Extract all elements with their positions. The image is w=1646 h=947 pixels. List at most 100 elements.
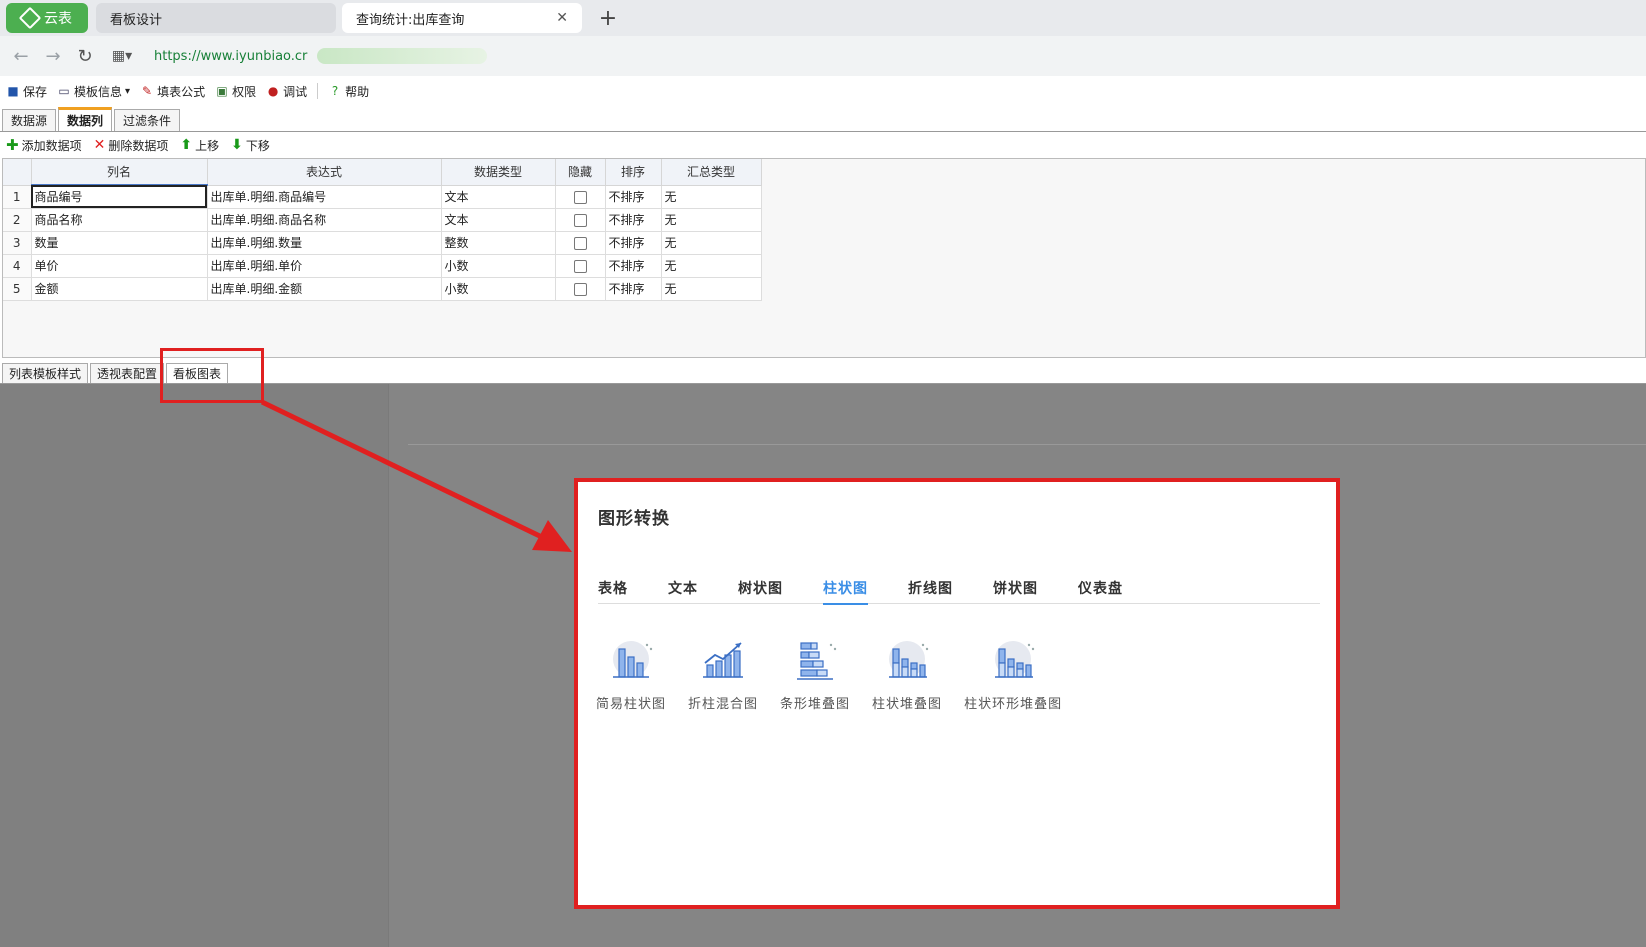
cell-datatype[interactable]: 小数 (441, 254, 556, 278)
column-header-aggregate[interactable]: 汇总类型 (661, 159, 762, 186)
debug-button[interactable]: ● 调试 (266, 83, 307, 100)
browser-tab-board-design[interactable]: 看板设计 (96, 3, 336, 33)
cell-name[interactable]: 商品名称 (31, 208, 208, 232)
tab-gauge[interactable]: 仪表盘 (1078, 572, 1123, 604)
template-info-icon: ▭ (58, 84, 70, 98)
cell-name[interactable]: 数量 (31, 231, 208, 255)
move-up-label: 上移 (195, 138, 220, 153)
cell-expression[interactable]: 出库单.明细.商品编号 (207, 185, 442, 209)
hidden-checkbox[interactable] (573, 236, 587, 250)
url-field[interactable]: https://www.iyunbiao.cr (154, 49, 307, 64)
help-button[interactable]: ? 帮助 (328, 83, 369, 100)
tab-bar[interactable]: 柱状图 (823, 572, 868, 605)
toolbar-divider (317, 83, 319, 99)
delete-item-button[interactable]: ✕ 删除数据项 (94, 137, 169, 154)
chart-option-simple-bar[interactable]: 简易柱状图 (596, 637, 666, 712)
cell-expression[interactable]: 出库单.明细.数量 (207, 231, 442, 255)
back-icon[interactable]: ← (8, 43, 34, 69)
cell-datatype[interactable]: 文本 (441, 208, 556, 232)
new-tab-button[interactable]: + (596, 6, 620, 31)
cell-aggregate[interactable]: 无 (661, 254, 762, 278)
chart-option-line-bar-mix[interactable]: 折柱混合图 (688, 637, 758, 712)
formula-button[interactable]: ✎ 填表公式 (140, 83, 205, 100)
hidden-checkbox[interactable] (573, 259, 587, 273)
cell-aggregate[interactable]: 无 (661, 185, 762, 209)
chart-option-label: 柱状环形堆叠图 (964, 697, 1063, 712)
column-header-hidden[interactable]: 隐藏 (555, 159, 606, 186)
hidden-checkbox[interactable] (573, 282, 587, 296)
column-header-name[interactable]: 列名 (31, 159, 208, 186)
cell-aggregate[interactable]: 无 (661, 231, 762, 255)
tab-list-template-style[interactable]: 列表模板样式 (2, 363, 89, 383)
simple-bar-chart-icon (613, 641, 653, 678)
debug-label: 调试 (283, 84, 308, 99)
cell-sort[interactable]: 不排序 (605, 208, 662, 232)
cell-sort[interactable]: 不排序 (605, 185, 662, 209)
save-label: 保存 (23, 84, 48, 99)
columns-table: 列名 表达式 数据类型 隐藏 排序 汇总类型 1 商品编号 出库单.明细.商品编… (3, 159, 762, 301)
cell-sort[interactable]: 不排序 (605, 231, 662, 255)
close-icon[interactable]: ✕ (556, 10, 568, 26)
cell-expression[interactable]: 出库单.明细.商品名称 (207, 208, 442, 232)
apps-menu-icon[interactable]: ▦▾ (104, 43, 140, 69)
chart-option-ring-stacked-bar[interactable]: 柱状环形堆叠图 (964, 637, 1062, 712)
cell-datatype[interactable]: 文本 (441, 185, 556, 209)
tab-datasource[interactable]: 数据源 (2, 109, 57, 131)
table-row: 4 单价 出库单.明细.单价 小数 不排序 无 (3, 254, 762, 278)
tab-filter[interactable]: 过滤条件 (114, 109, 181, 131)
permission-button[interactable]: ▣ 权限 (215, 83, 256, 100)
cell-sort[interactable]: 不排序 (605, 277, 662, 301)
app-tab[interactable]: 云表 (6, 3, 88, 33)
chart-option-label: 折柱混合图 (688, 697, 759, 712)
upper-tabs: 数据源 数据列 过滤条件 (0, 107, 1646, 132)
column-header-sort[interactable]: 排序 (605, 159, 662, 186)
chevron-down-icon: ▾ (125, 85, 131, 97)
column-header-datatype[interactable]: 数据类型 (441, 159, 556, 186)
table-row: 3 数量 出库单.明细.数量 整数 不排序 无 (3, 231, 762, 255)
permission-label: 权限 (232, 84, 257, 99)
data-columns-grid: 列名 表达式 数据类型 隐藏 排序 汇总类型 1 商品编号 出库单.明细.商品编… (2, 158, 1646, 358)
template-info-button[interactable]: ▭ 模板信息 ▾ (57, 83, 130, 100)
cell-datatype[interactable]: 小数 (441, 277, 556, 301)
table-row: 1 商品编号 出库单.明细.商品编号 文本 不排序 无 (3, 185, 762, 209)
dialog-title: 图形转换 (598, 509, 670, 529)
tab-table[interactable]: 表格 (598, 572, 628, 604)
tab-line[interactable]: 折线图 (908, 572, 953, 604)
add-item-button[interactable]: ✚ 添加数据项 (6, 136, 82, 154)
tab-text[interactable]: 文本 (668, 572, 698, 604)
move-up-button[interactable]: ⬆ 上移 (180, 137, 219, 154)
save-button[interactable]: ■ 保存 (6, 83, 47, 100)
stacked-bar-chart-icon (889, 641, 929, 678)
chart-option-stacked-bar[interactable]: 柱状堆叠图 (872, 637, 942, 712)
cell-aggregate[interactable]: 无 (661, 277, 762, 301)
forward-icon[interactable]: → (40, 43, 66, 69)
chart-option-stacked-horizontal-bar[interactable]: 条形堆叠图 (780, 637, 850, 712)
cell-expression[interactable]: 出库单.明细.金额 (207, 277, 442, 301)
cell-aggregate[interactable]: 无 (661, 208, 762, 232)
app-tab-label: 云表 (44, 11, 72, 27)
hidden-checkbox[interactable] (573, 213, 587, 227)
column-toolbar: ✚ 添加数据项 ✕ 删除数据项 ⬆ 上移 ⬇ 下移 (0, 133, 1646, 157)
cell-sort[interactable]: 不排序 (605, 254, 662, 278)
move-down-label: 下移 (245, 138, 270, 153)
cell-name[interactable]: 单价 (31, 254, 208, 278)
browser-tab-strip: 云表 看板设计 查询统计:出库查询 ✕ + (0, 0, 1646, 36)
chart-option-label: 条形堆叠图 (780, 697, 851, 712)
chart-option-label: 简易柱状图 (596, 697, 667, 712)
move-down-button[interactable]: ⬇ 下移 (231, 137, 270, 154)
chart-type-list: 简易柱状图 折柱混合图 条形堆叠图 柱状堆叠图 柱状环形堆叠图 (596, 637, 1084, 712)
browser-tab-label: 看板设计 (110, 12, 163, 28)
cell-name[interactable]: 金额 (31, 277, 208, 301)
browser-tab-query[interactable]: 查询统计:出库查询 ✕ (342, 3, 582, 33)
tab-tree[interactable]: 树状图 (738, 572, 783, 604)
tab-pivot-config[interactable]: 透视表配置 (90, 363, 165, 383)
reload-icon[interactable]: ↻ (72, 43, 98, 69)
tab-pie[interactable]: 饼状图 (993, 572, 1038, 604)
cell-expression[interactable]: 出库单.明细.单价 (207, 254, 442, 278)
hidden-checkbox[interactable] (573, 190, 587, 204)
cell-name[interactable]: 商品编号 (31, 185, 208, 209)
column-header-expression[interactable]: 表达式 (207, 159, 442, 186)
save-icon: ■ (7, 84, 19, 98)
cell-datatype[interactable]: 整数 (441, 231, 556, 255)
tab-data-columns[interactable]: 数据列 (58, 107, 113, 131)
